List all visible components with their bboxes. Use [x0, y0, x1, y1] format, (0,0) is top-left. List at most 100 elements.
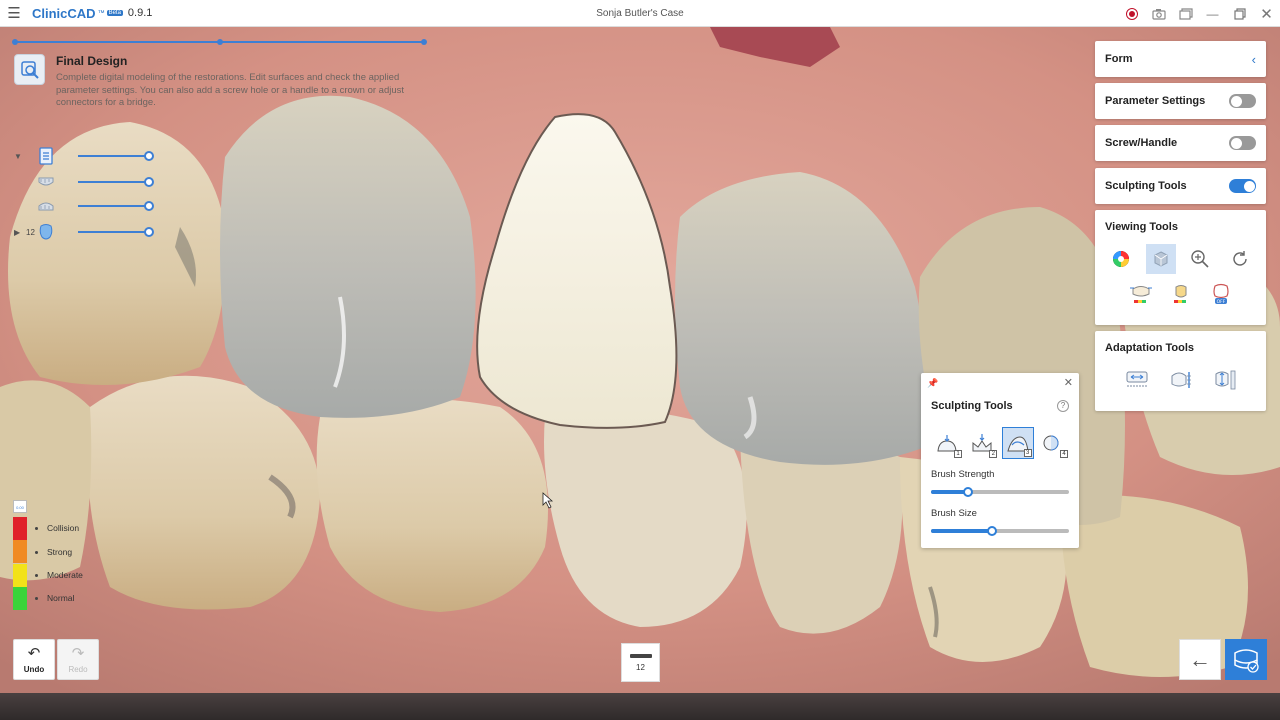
undo-icon: ↶ — [27, 644, 41, 662]
close-popup-icon[interactable]: ✕ — [1064, 376, 1073, 389]
app-version: 0.9.1 — [127, 7, 153, 19]
slider-handle[interactable] — [144, 201, 154, 211]
tooth-bar-icon — [629, 653, 652, 658]
sculpting-tools-toggle[interactable] — [1229, 179, 1256, 193]
sculpting-tools-panel: Sculpting Tools — [1095, 168, 1266, 204]
redo-icon: ↷ — [71, 644, 85, 662]
object-opacity-slider[interactable] — [78, 231, 150, 233]
contact-fit-icon — [1126, 371, 1147, 387]
restore-icon — [1233, 7, 1246, 20]
rotate-icon — [1233, 251, 1247, 266]
gallery-button[interactable] — [1172, 0, 1199, 27]
form-title: Form — [1105, 53, 1133, 65]
height-fit-icon — [1215, 370, 1235, 390]
taskbar-strip — [0, 693, 1280, 720]
occlusion-distance-button[interactable] — [1126, 280, 1156, 310]
step-description: Complete digital modeling of the restora… — [56, 72, 405, 108]
object-opacity-slider[interactable] — [78, 181, 150, 183]
legend-swatch-strong — [13, 540, 27, 563]
beta-badge: Beta — [106, 10, 123, 16]
slider-handle[interactable] — [144, 151, 154, 161]
help-icon[interactable]: ? — [1057, 400, 1069, 412]
viewing-tools-panel: Viewing Tools OFF — [1095, 210, 1266, 325]
object-row-tooth: ▶ 12 — [14, 223, 154, 241]
brush-strength-slider[interactable] — [931, 487, 1069, 497]
thickness-map-button[interactable] — [1166, 280, 1196, 310]
color-view-button[interactable] — [1106, 244, 1136, 274]
viewing-tools-title: Viewing Tools — [1105, 221, 1178, 233]
previous-step-button[interactable]: ← — [1179, 639, 1221, 680]
parameter-settings-toggle[interactable] — [1229, 94, 1256, 108]
progress-node[interactable] — [217, 39, 223, 45]
color-wheel-icon — [1112, 251, 1129, 267]
legend-label: Collision — [35, 523, 79, 533]
slider-handle[interactable] — [986, 526, 997, 536]
crown-check-icon — [1234, 648, 1259, 673]
legend-label: Moderate — [35, 570, 83, 580]
slider-handle[interactable] — [144, 227, 154, 237]
gallery-icon — [1178, 7, 1193, 20]
texture-view-button[interactable] — [1145, 244, 1176, 274]
redo-button[interactable]: ↷ Redo — [57, 639, 99, 680]
lower-jaw-icon[interactable] — [36, 197, 56, 215]
legend-setting-icon[interactable]: 0.00 — [13, 500, 27, 513]
screw-handle-toggle[interactable] — [1229, 136, 1256, 150]
slider-fill — [931, 529, 992, 533]
tooth-selector-button[interactable]: 12 — [621, 643, 660, 682]
thickness-map-icon — [1173, 285, 1186, 303]
dental-scan[interactable] — [0, 27, 1280, 693]
progress-node[interactable] — [421, 39, 427, 45]
pin-icon[interactable]: 📌 — [927, 378, 938, 389]
hamburger-menu-icon[interactable]: ☰ — [0, 0, 28, 27]
adaptation-tools-title: Adaptation Tools — [1105, 342, 1195, 354]
morph-brush[interactable]: 4 — [1037, 427, 1069, 459]
screw-handle-panel: Screw/Handle — [1095, 125, 1266, 161]
reset-view-button[interactable] — [1225, 244, 1255, 274]
zoom-fit-button[interactable] — [1185, 244, 1215, 274]
upper-jaw-icon[interactable] — [36, 173, 56, 191]
3d-viewport[interactable] — [0, 27, 1280, 693]
trademark-mark: ™ — [97, 9, 105, 17]
object-row-upper-jaw — [14, 173, 154, 191]
close-icon: ✕ — [1260, 5, 1273, 23]
minimize-icon: — — [1206, 6, 1219, 21]
adaptation-tools-panel: Adaptation Tools — [1095, 331, 1266, 411]
zoom-in-icon — [1191, 250, 1209, 268]
object-row-document: ▼ — [14, 147, 154, 165]
off-view-button[interactable]: OFF — [1206, 280, 1236, 310]
add-material-brush[interactable]: 1 — [931, 427, 963, 459]
occlusal-fit-icon — [1171, 372, 1191, 388]
smooth-brush[interactable]: 3 — [1001, 427, 1034, 459]
tooth-number: 12 — [26, 227, 35, 237]
record-icon — [1125, 7, 1138, 20]
contact-adaptation-button[interactable] — [1122, 365, 1152, 395]
brush-size-slider[interactable] — [931, 526, 1069, 536]
complete-design-button[interactable] — [1225, 639, 1267, 680]
minimize-button[interactable]: — — [1199, 0, 1226, 27]
occlusal-adaptation-button[interactable] — [1166, 365, 1196, 395]
object-opacity-slider[interactable] — [78, 155, 150, 157]
record-button[interactable] — [1118, 0, 1145, 27]
camera-icon — [1151, 8, 1166, 20]
document-icon[interactable] — [36, 147, 56, 165]
legend-swatch-normal — [13, 587, 27, 610]
arrow-left-icon: ← — [1189, 646, 1211, 672]
close-window-button[interactable]: ✕ — [1253, 0, 1280, 27]
height-adaptation-button[interactable] — [1210, 365, 1240, 395]
remove-material-brush[interactable]: 2 — [966, 427, 998, 459]
chevron-left-icon[interactable]: ‹ — [1252, 52, 1256, 67]
brush-size-label: Brush Size — [931, 508, 977, 519]
screenshot-button[interactable] — [1145, 0, 1172, 27]
svg-text:OFF: OFF — [1216, 299, 1225, 305]
slider-handle[interactable] — [144, 177, 154, 187]
popup-title: Sculpting Tools — [931, 400, 1013, 412]
progress-node[interactable] — [12, 39, 18, 45]
maximize-button[interactable] — [1226, 0, 1253, 27]
slider-handle[interactable] — [963, 487, 974, 497]
expand-caret-icon[interactable]: ▶ — [14, 228, 26, 237]
tooth-icon[interactable] — [36, 223, 56, 241]
collapse-caret-icon[interactable]: ▼ — [14, 152, 26, 161]
form-panel-header[interactable]: Form ‹ — [1095, 41, 1266, 77]
undo-button[interactable]: ↶ Undo — [13, 639, 55, 680]
object-opacity-slider[interactable] — [78, 205, 150, 207]
